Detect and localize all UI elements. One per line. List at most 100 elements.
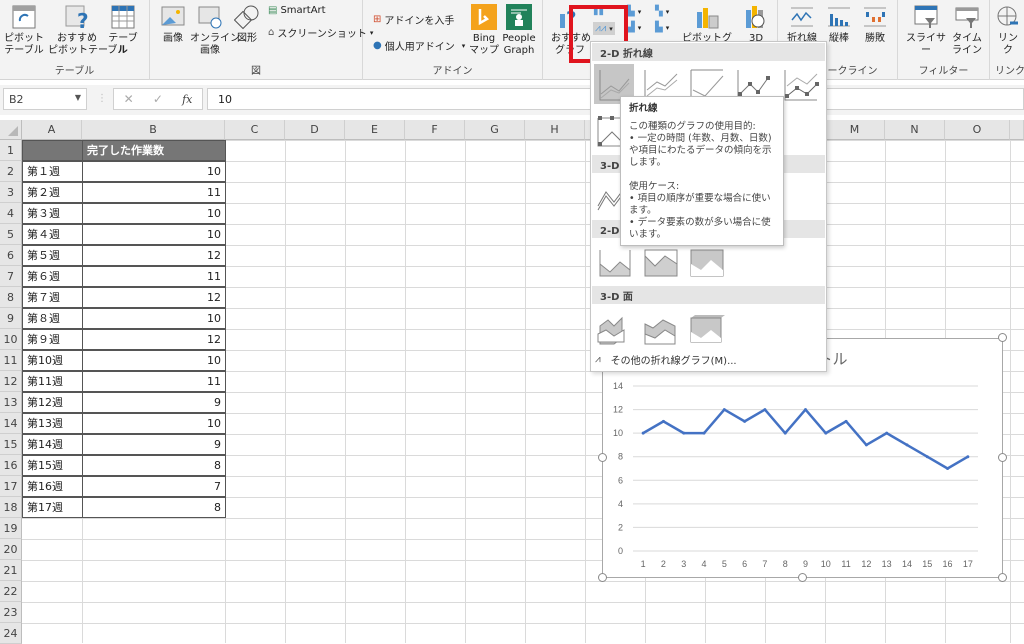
cell-week[interactable]: 第14週 — [22, 434, 83, 455]
data-point[interactable] — [824, 431, 828, 435]
column-header[interactable]: C — [225, 120, 285, 140]
data-point[interactable] — [783, 431, 787, 435]
chart-type-3d-area[interactable] — [594, 308, 634, 348]
cancel-icon[interactable]: ✕ — [124, 92, 134, 106]
cell-week[interactable]: 第２週 — [22, 182, 83, 203]
cell-value[interactable]: 8 — [82, 455, 226, 476]
insert-function-icon[interactable]: fx — [182, 93, 192, 106]
row-header[interactable]: 13 — [0, 392, 22, 413]
row-header[interactable]: 11 — [0, 350, 22, 371]
column-header[interactable]: E — [345, 120, 405, 140]
cell-value[interactable]: 11 — [82, 371, 226, 392]
more-line-charts-button[interactable]: ⩘ その他の折れ線グラフ(M)... — [595, 352, 737, 367]
cell-value[interactable]: 10 — [82, 413, 226, 434]
bing-maps-button[interactable]: Bing マップ — [469, 4, 499, 57]
data-point[interactable] — [925, 455, 929, 459]
data-point[interactable] — [743, 419, 747, 423]
row-header[interactable]: 22 — [0, 581, 22, 602]
row-header[interactable]: 16 — [0, 455, 22, 476]
recommended-pivot-button[interactable]: ? おすすめ ピボットテーブル — [48, 4, 127, 57]
table-button[interactable]: テーブル — [105, 4, 141, 57]
sparkline-winloss-button[interactable]: 勝敗 — [860, 4, 890, 45]
column-header[interactable]: A — [22, 120, 82, 140]
cell-value[interactable]: 9 — [82, 392, 226, 413]
row-header[interactable]: 18 — [0, 497, 22, 518]
cell-header[interactable]: 完了した作業数 — [82, 140, 226, 161]
smartart-button[interactable]: ▤ SmartArt — [268, 5, 326, 16]
cell-value[interactable]: 12 — [82, 287, 226, 308]
row-header[interactable]: 14 — [0, 413, 22, 434]
data-point[interactable] — [804, 408, 807, 412]
cell-value[interactable]: 9 — [82, 434, 226, 455]
resize-handle-br[interactable] — [998, 573, 1007, 582]
combo-chart-button[interactable]: ▙ ▾ — [655, 22, 669, 33]
cell-value[interactable]: 10 — [82, 308, 226, 329]
column-header-p[interactable] — [1010, 120, 1024, 140]
cell-week[interactable]: 第12週 — [22, 392, 83, 413]
data-point[interactable] — [722, 408, 726, 412]
column-header[interactable]: O — [945, 120, 1010, 140]
name-box[interactable]: B2 ▼ — [3, 88, 87, 110]
cell-value[interactable]: 10 — [82, 203, 226, 224]
data-point[interactable] — [966, 455, 970, 459]
pivot-table-button[interactable]: ピボット テーブル — [4, 4, 44, 57]
cell-value[interactable]: 10 — [82, 224, 226, 245]
shapes-button[interactable]: 図形 — [232, 4, 262, 45]
row-header[interactable]: 17 — [0, 476, 22, 497]
cell-value[interactable]: 11 — [82, 266, 226, 287]
cell-value[interactable]: 12 — [82, 329, 226, 350]
column-header[interactable]: N — [885, 120, 945, 140]
chart-type-stacked-line-markers[interactable] — [781, 64, 821, 104]
enter-icon[interactable]: ✓ — [153, 92, 163, 106]
cell-value[interactable]: 12 — [82, 245, 226, 266]
slicer-button[interactable]: スライサー — [904, 4, 948, 57]
chart-type-3d-100-area[interactable] — [687, 308, 727, 348]
my-addins-button[interactable]: ● 個人用アドイン ▾ — [373, 38, 465, 53]
resize-handle-tr[interactable] — [998, 333, 1007, 342]
cell-value[interactable]: 10 — [82, 350, 226, 371]
link-button[interactable]: リン ク — [994, 4, 1022, 57]
row-header[interactable]: 12 — [0, 371, 22, 392]
row-header[interactable]: 19 — [0, 518, 22, 539]
row-header[interactable]: 4 — [0, 203, 22, 224]
cell-week[interactable]: 第７週 — [22, 287, 83, 308]
data-point[interactable] — [641, 431, 645, 435]
resize-handle-mr[interactable] — [998, 453, 1007, 462]
data-point[interactable] — [661, 419, 665, 423]
screenshot-button[interactable]: ⌂ スクリーンショット ▾ — [268, 25, 373, 40]
data-point[interactable] — [682, 431, 686, 435]
row-header[interactable]: 2 — [0, 161, 22, 182]
select-all-button[interactable] — [0, 120, 22, 140]
column-header[interactable]: B — [82, 120, 225, 140]
online-picture-button[interactable]: オンライン 画像 — [190, 4, 240, 57]
row-header[interactable]: 1 — [0, 140, 22, 161]
data-point[interactable] — [946, 467, 950, 470]
row-header[interactable]: 5 — [0, 224, 22, 245]
people-graph-button[interactable]: People Graph — [501, 4, 537, 57]
sparkline-line-button[interactable]: 折れ線 — [786, 4, 818, 45]
column-header[interactable]: F — [405, 120, 465, 140]
row-header[interactable]: 8 — [0, 287, 22, 308]
column-header[interactable]: H — [525, 120, 585, 140]
column-header[interactable]: D — [285, 120, 345, 140]
row-header[interactable]: 7 — [0, 266, 22, 287]
sparkline-column-button[interactable]: 縦棒 — [824, 4, 854, 45]
picture-button[interactable]: 画像 — [158, 4, 188, 45]
resize-handle-ml[interactable] — [598, 453, 607, 462]
cell-value[interactable]: 10 — [82, 161, 226, 182]
timeline-button[interactable]: タイム ライン — [950, 4, 984, 57]
resize-handle-bl[interactable] — [598, 573, 607, 582]
data-point[interactable] — [864, 443, 868, 447]
hierarchy-chart-button[interactable]: ▙ ▾ — [627, 6, 641, 17]
cell-value[interactable]: 7 — [82, 476, 226, 497]
chart-type-100-stacked-area[interactable] — [687, 242, 727, 282]
cell-week[interactable]: 第４週 — [22, 224, 83, 245]
row-header[interactable]: 10 — [0, 329, 22, 350]
chart-type-stacked-area[interactable] — [641, 242, 681, 282]
statistic-chart-button[interactable]: ▟ ▾ — [627, 22, 641, 33]
cell-week[interactable]: 第３週 — [22, 203, 83, 224]
cell-value[interactable]: 8 — [82, 497, 226, 518]
cell-week[interactable]: 第16週 — [22, 476, 83, 497]
column-header[interactable]: G — [465, 120, 525, 140]
cell-week[interactable]: 第11週 — [22, 371, 83, 392]
